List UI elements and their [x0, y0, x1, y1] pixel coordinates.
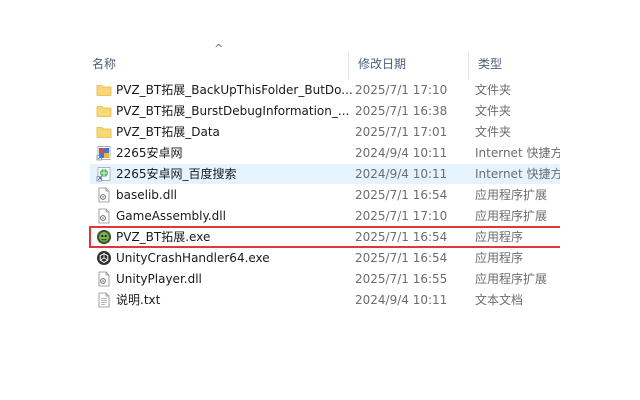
file-date: 2025/7/1 16:55	[355, 272, 448, 286]
file-row[interactable]: UnityPlayer.dll 2025/7/1 16:55 应用程序扩展	[90, 269, 560, 289]
file-name: PVZ_BT拓展_Data	[116, 125, 220, 139]
file-type: 文件夹	[475, 83, 512, 97]
file-type: Internet 快捷方	[475, 146, 560, 160]
file-row[interactable]: UnityCrashHandler64.exe 2025/7/1 16:54 应…	[90, 248, 560, 268]
file-date: 2024/9/4 10:11	[355, 293, 448, 307]
file-row[interactable]: PVZ_BT拓展_BackUpThisFolder_ButDo... 2025/…	[90, 80, 560, 100]
file-row[interactable]: 2265安卓网 2024/9/4 10:11 Internet 快捷方	[90, 143, 560, 163]
dll-file-icon	[98, 271, 110, 287]
column-header-name[interactable]: 名称	[80, 46, 348, 82]
file-name: 2265安卓网	[116, 146, 183, 160]
file-date: 2025/7/1 16:54	[355, 230, 448, 244]
file-date: 2025/7/1 16:54	[355, 188, 448, 202]
file-date: 2024/9/4 10:11	[355, 167, 448, 181]
unity-exe-icon	[97, 251, 111, 265]
file-name: 2265安卓网_百度搜索	[116, 167, 237, 181]
file-type: 应用程序	[475, 251, 524, 265]
file-date: 2024/9/4 10:11	[355, 146, 448, 160]
file-name: GameAssembly.dll	[116, 209, 226, 223]
file-date: 2025/7/1 16:54	[355, 251, 448, 265]
column-header-date[interactable]: 修改日期	[346, 46, 466, 82]
file-row[interactable]: baselib.dll 2025/7/1 16:54 应用程序扩展	[90, 185, 560, 205]
file-row[interactable]: 2265安卓网_百度搜索 2024/9/4 10:11 Internet 快捷方	[90, 164, 560, 184]
file-type: 文件夹	[475, 104, 512, 118]
dll-file-icon	[98, 208, 110, 224]
internet-shortcut-icon	[96, 167, 111, 182]
file-date: 2025/7/1 16:38	[355, 104, 448, 118]
file-date: 2025/7/1 17:10	[355, 83, 448, 97]
file-type: 文件夹	[475, 125, 512, 139]
file-date: 2025/7/1 17:01	[355, 125, 448, 139]
file-row[interactable]: 说明.txt 2024/9/4 10:11 文本文档	[90, 290, 560, 310]
file-name: PVZ_BT拓展_BackUpThisFolder_ButDo...	[116, 83, 353, 97]
game-exe-icon	[97, 230, 111, 244]
internet-shortcut-icon	[96, 146, 111, 161]
file-explorer: ^ 名称 修改日期 类型 PVZ_BT拓展_BackUpThisFolder_B…	[80, 38, 560, 400]
file-name: UnityPlayer.dll	[116, 272, 202, 286]
file-type: Internet 快捷方	[475, 167, 560, 181]
column-header-type[interactable]: 类型	[466, 46, 560, 82]
file-type: 文本文档	[475, 293, 524, 307]
file-type: 应用程序扩展	[475, 188, 548, 202]
file-type: 应用程序扩展	[475, 209, 548, 223]
file-name: PVZ_BT拓展_BurstDebugInformation_...	[116, 104, 350, 118]
folder-icon	[96, 127, 112, 138]
file-name: 说明.txt	[116, 293, 161, 307]
text-file-icon	[98, 292, 110, 308]
file-row[interactable]: GameAssembly.dll 2025/7/1 17:10 应用程序扩展	[90, 206, 560, 226]
file-type: 应用程序扩展	[475, 272, 548, 286]
file-name: baselib.dll	[116, 188, 177, 202]
folder-icon	[96, 106, 112, 117]
file-name: UnityCrashHandler64.exe	[116, 251, 270, 265]
file-row[interactable]: PVZ_BT拓展_Data 2025/7/1 17:01 文件夹	[90, 122, 560, 142]
folder-icon	[96, 85, 112, 96]
dll-file-icon	[98, 187, 110, 203]
file-date: 2025/7/1 17:10	[355, 209, 448, 223]
file-row[interactable]: PVZ_BT拓展_BurstDebugInformation_... 2025/…	[90, 101, 560, 121]
file-type: 应用程序	[475, 230, 524, 244]
file-name: PVZ_BT拓展.exe	[116, 230, 211, 244]
file-row-selected[interactable]: PVZ_BT拓展.exe 2025/7/1 16:54 应用程序	[89, 226, 560, 248]
column-header: 名称 修改日期 类型	[80, 46, 560, 82]
